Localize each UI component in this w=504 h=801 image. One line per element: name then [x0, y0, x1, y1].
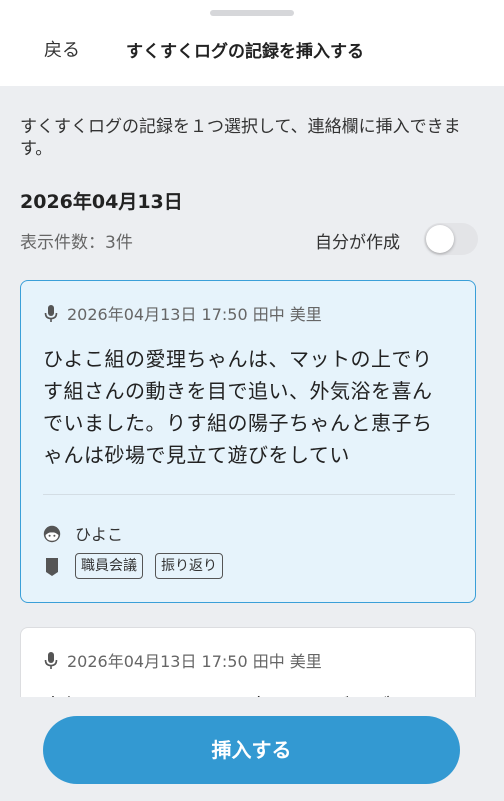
- microphone-icon: [44, 652, 58, 669]
- record-card-selected[interactable]: 2026年04月13日 17:50 田中 美里 ひよこ組の愛理ちゃんは、マットの…: [20, 280, 476, 603]
- insert-button[interactable]: 挿入する: [43, 716, 460, 784]
- sheet-header: 戻る すくすくログの記録を挿入する: [0, 0, 504, 86]
- sheet-footer: 挿入する: [0, 697, 504, 801]
- insert-log-sheet: 戻る すくすくログの記録を挿入する すくすくログの記録を１つ選択して、連絡欄に挿…: [0, 0, 504, 801]
- bookmark-icon: [46, 558, 58, 576]
- card-divider: [43, 494, 455, 495]
- class-row: ひよこ: [43, 521, 123, 545]
- record-list-area: すくすくログの記録を１つ選択して、連絡欄に挿入できます。 2026年04月13日…: [0, 86, 504, 801]
- record-meta-text: 2026年04月13日 17:50 田中 美里: [67, 652, 322, 671]
- toggle-knob: [426, 225, 454, 253]
- record-text: ひよこ組の愛理ちゃんは、マットの上でりす組さんの動きを目で追い、外気浴を喜んでい…: [43, 347, 433, 467]
- tag-chip: 振り返り: [155, 553, 223, 579]
- drag-handle[interactable]: [210, 10, 294, 16]
- back-button[interactable]: 戻る: [44, 36, 80, 62]
- instruction-text: すくすくログの記録を１つ選択して、連絡欄に挿入できます。: [20, 117, 461, 159]
- microphone-icon: [44, 305, 58, 322]
- record-meta-text: 2026年04月13日 17:50 田中 美里: [67, 305, 322, 324]
- own-created-label: 自分が作成: [315, 233, 400, 253]
- record-meta: 2026年04月13日 17:50 田中 美里: [43, 301, 322, 325]
- own-created-toggle[interactable]: [424, 223, 478, 255]
- child-face-icon: [43, 525, 61, 543]
- record-count: 表示件数：3件: [20, 233, 133, 253]
- tag-chip: 職員会議: [75, 553, 143, 579]
- record-meta: 2026年04月13日 17:50 田中 美里: [43, 648, 322, 672]
- class-name: ひよこ: [75, 525, 124, 544]
- date-heading: 2026年04月13日: [20, 191, 183, 213]
- page-title: すくすくログの記録を挿入する: [126, 42, 364, 62]
